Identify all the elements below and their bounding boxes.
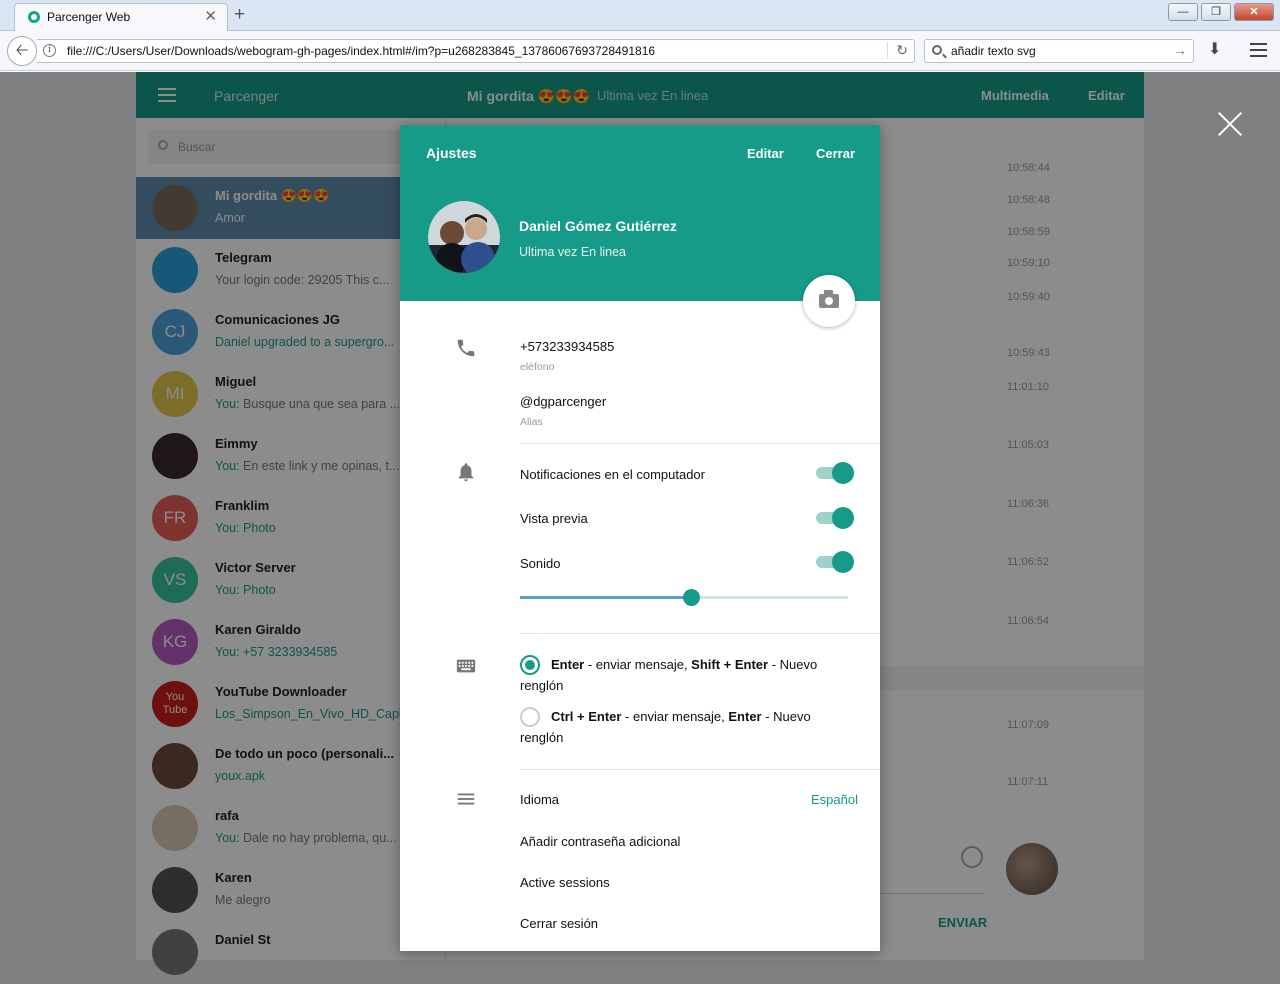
tab-close-icon[interactable]: ✕ — [204, 7, 217, 25]
profile-status: Ultima vez En linea — [519, 245, 626, 259]
divider — [520, 443, 880, 444]
browser-tab[interactable]: Parcenger Web ✕ — [14, 3, 228, 31]
window-close-button[interactable]: ✕ — [1234, 3, 1274, 21]
url-bar[interactable]: i file:///C:/Users/User/Downloads/webogr… — [37, 39, 915, 63]
url-text: file:///C:/Users/User/Downloads/webogram… — [67, 44, 656, 58]
settings-title: Ajustes — [426, 145, 477, 161]
new-tab-button[interactable]: + — [234, 4, 245, 26]
phone-label: eléfono — [520, 361, 555, 373]
maximize-button[interactable]: ❐ — [1201, 3, 1231, 21]
search-go-icon[interactable]: → — [1173, 42, 1187, 58]
tab-title: Parcenger Web — [47, 10, 131, 24]
back-button[interactable]: 🡠 — [7, 36, 37, 66]
menu-lines-icon — [457, 793, 475, 805]
volume-slider[interactable] — [520, 587, 848, 607]
settings-edit-button[interactable]: Editar — [747, 146, 784, 161]
camera-icon — [819, 290, 839, 308]
back-arrow-icon: 🡠 — [15, 42, 29, 59]
settings-header: Ajustes Editar Cerrar Daniel Gómez Gutié… — [400, 125, 880, 327]
logout-link[interactable]: Cerrar sesión — [520, 916, 598, 931]
notifications-toggle[interactable] — [816, 462, 854, 484]
browser-search-bar[interactable]: añadir texto svg → — [924, 39, 1194, 63]
send-ctrl-enter-option[interactable]: Ctrl + Enter - enviar mensaje, Enter - N… — [520, 706, 840, 748]
profile-name: Daniel Gómez Gutiérrez — [519, 218, 677, 234]
sound-toggle[interactable] — [816, 551, 854, 573]
divider — [520, 633, 880, 634]
parcenger-favicon-icon — [28, 11, 40, 23]
send-enter-option[interactable]: Enter - enviar mensaje, Shift + Enter - … — [520, 654, 840, 696]
active-sessions-link[interactable]: Active sessions — [520, 875, 610, 890]
phone-number[interactable]: +573233934585 — [520, 339, 614, 354]
volume-slider-thumb[interactable] — [682, 589, 700, 606]
preview-toggle[interactable] — [816, 507, 854, 529]
search-icon — [932, 45, 942, 55]
reload-icon[interactable]: ↻ — [887, 42, 908, 59]
overlay-close-icon[interactable] — [1216, 110, 1244, 138]
phone-icon — [457, 339, 475, 357]
profile-photo[interactable] — [428, 201, 500, 273]
toggle-label-notifications: Notificaciones en el computador — [520, 467, 705, 482]
settings-modal: Ajustes Editar Cerrar Daniel Gómez Gutié… — [400, 125, 880, 951]
divider — [520, 769, 880, 770]
language-value[interactable]: Español — [811, 792, 858, 807]
username[interactable]: @dgparcenger — [520, 394, 606, 409]
keyboard-icon — [456, 659, 476, 673]
change-photo-button[interactable] — [803, 275, 855, 327]
browser-menu-icon[interactable] — [1250, 43, 1267, 57]
minimize-button[interactable]: — — [1168, 3, 1198, 21]
download-icon[interactable]: ⬇ — [1208, 39, 1221, 59]
window-controls: — ❐ ✕ — [1165, 3, 1274, 21]
toggle-label-sound: Sonido — [520, 556, 561, 571]
search-text: añadir texto svg — [951, 44, 1036, 58]
page-info-icon[interactable]: i — [43, 44, 56, 57]
extra-password-link[interactable]: Añadir contraseña adicional — [520, 834, 680, 849]
language-label[interactable]: Idioma — [520, 792, 559, 807]
browser-nav-bar: 🡠 i file:///C:/Users/User/Downloads/webo… — [0, 31, 1280, 71]
settings-close-button[interactable]: Cerrar — [816, 146, 855, 161]
browser-tab-bar: Parcenger Web ✕ + — ❐ ✕ — [0, 0, 1280, 31]
bell-icon — [458, 463, 474, 482]
username-label: Alias — [520, 416, 543, 428]
toggle-label-preview: Vista previa — [520, 511, 588, 526]
